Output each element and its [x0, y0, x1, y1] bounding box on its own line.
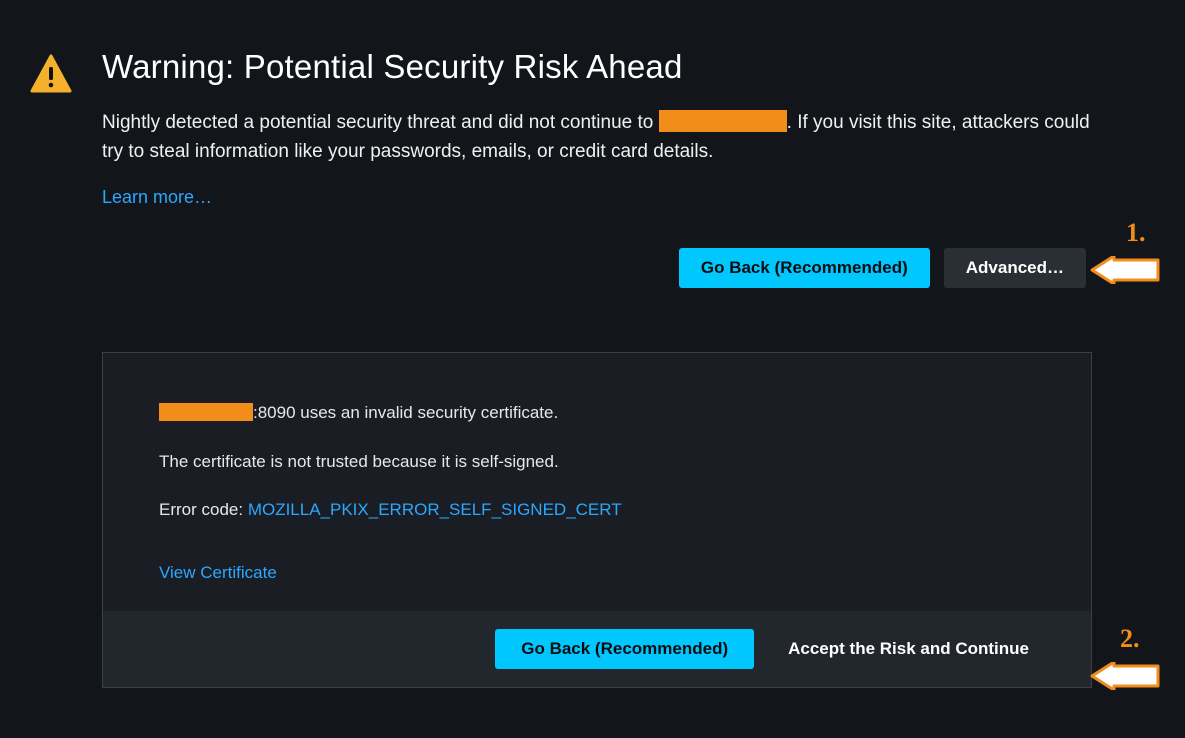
- redacted-hostname: [659, 110, 787, 132]
- accept-risk-button[interactable]: Accept the Risk and Continue: [782, 629, 1035, 669]
- advanced-panel: :8090 uses an invalid security certifica…: [102, 352, 1092, 688]
- page-title: Warning: Potential Security Risk Ahead: [102, 48, 1092, 86]
- annotation-arrow-1-icon: [1090, 256, 1160, 284]
- go-back-button-2[interactable]: Go Back (Recommended): [495, 629, 754, 669]
- advanced-cert-line1: :8090 uses an invalid security certifica…: [159, 401, 1035, 426]
- view-certificate-link[interactable]: View Certificate: [159, 563, 277, 583]
- error-code-label: Error code:: [159, 500, 248, 519]
- advanced-cert-line1-after: :8090 uses an invalid security certifica…: [253, 403, 558, 422]
- error-code-link[interactable]: MOZILLA_PKIX_ERROR_SELF_SIGNED_CERT: [248, 500, 622, 519]
- learn-more-link[interactable]: Learn more…: [102, 187, 212, 207]
- annotation-number-2: 2.: [1120, 624, 1140, 654]
- go-back-button[interactable]: Go Back (Recommended): [679, 248, 930, 288]
- annotation-number-1: 1.: [1126, 218, 1146, 248]
- advanced-cert-line2: The certificate is not trusted because i…: [159, 450, 1035, 475]
- advanced-error-code-line: Error code: MOZILLA_PKIX_ERROR_SELF_SIGN…: [159, 498, 1035, 523]
- advanced-button[interactable]: Advanced…: [944, 248, 1086, 288]
- redacted-hostname-2: [159, 403, 253, 421]
- annotation-arrow-2-icon: [1090, 662, 1160, 690]
- warning-body-before: Nightly detected a potential security th…: [102, 112, 659, 133]
- warning-body: Nightly detected a potential security th…: [102, 108, 1092, 167]
- warning-icon: [30, 48, 72, 99]
